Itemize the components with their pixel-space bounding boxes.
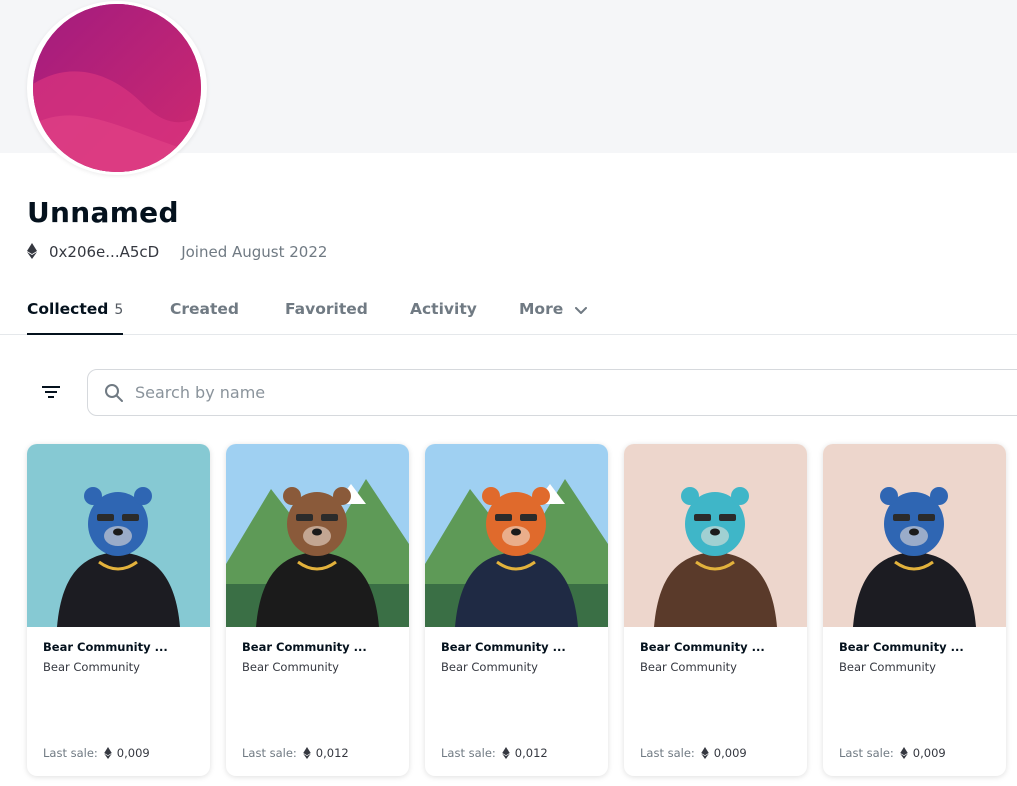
ethereum-icon <box>104 747 112 759</box>
nft-collection: Bear Community <box>839 660 936 674</box>
last-sale: Last sale: 0,012 <box>242 746 349 760</box>
nft-collection: Bear Community <box>441 660 538 674</box>
last-sale-label: Last sale: <box>839 746 894 760</box>
avatar[interactable] <box>27 1 207 175</box>
profile-name: Unnamed <box>27 196 179 229</box>
tab-collected[interactable]: Collected 5 <box>27 300 124 335</box>
ethereum-icon <box>701 747 709 759</box>
nft-title: Bear Community ... <box>43 640 168 654</box>
nft-title: Bear Community ... <box>640 640 765 654</box>
tab-created[interactable]: Created <box>170 300 239 334</box>
profile-page: Unnamed 0x206e...A5cD Joined August 2022… <box>0 0 1017 786</box>
nft-image <box>624 444 807 627</box>
tab-label: Created <box>170 300 240 318</box>
nft-image <box>27 444 210 627</box>
tab-more[interactable]: More <box>519 300 587 334</box>
nft-collection: Bear Community <box>242 660 339 674</box>
filter-icon <box>41 384 61 403</box>
wallet-address[interactable]: 0x206e...A5cD <box>49 243 159 261</box>
joined-date: Joined August 2022 <box>181 243 328 261</box>
last-sale-label: Last sale: <box>43 746 98 760</box>
nft-image <box>226 444 409 627</box>
tab-label: Collected <box>27 300 109 318</box>
tab-label: Favorited <box>285 300 368 318</box>
last-sale: Last sale: 0,009 <box>839 746 946 760</box>
last-sale-price: 0,012 <box>514 746 548 760</box>
tab-label: Activity <box>410 300 477 318</box>
search-icon <box>104 383 124 403</box>
last-sale-price: 0,012 <box>315 746 349 760</box>
nft-card[interactable]: Bear Community ... Bear Community Last s… <box>823 444 1006 776</box>
search-bar[interactable] <box>87 369 1017 416</box>
tab-activity[interactable]: Activity <box>410 300 477 334</box>
ethereum-icon <box>900 747 908 759</box>
last-sale-price: 0,009 <box>912 746 946 760</box>
last-sale-price: 0,009 <box>116 746 150 760</box>
avatar-gradient-image <box>33 4 201 172</box>
nft-card[interactable]: Bear Community ... Bear Community Last s… <box>425 444 608 776</box>
nft-title: Bear Community ... <box>839 640 964 654</box>
ethereum-icon <box>27 243 41 261</box>
nft-title: Bear Community ... <box>441 640 566 654</box>
last-sale-price: 0,009 <box>713 746 747 760</box>
tab-favorited[interactable]: Favorited <box>285 300 368 334</box>
nft-card[interactable]: Bear Community ... Bear Community Last s… <box>624 444 807 776</box>
last-sale: Last sale: 0,009 <box>43 746 150 760</box>
nft-collection: Bear Community <box>640 660 737 674</box>
last-sale-label: Last sale: <box>242 746 297 760</box>
ethereum-icon <box>502 747 510 759</box>
tab-label: More <box>519 300 564 318</box>
profile-tabs: Collected 5 Created Favorited Activity Mo… <box>0 292 1017 335</box>
last-sale-label: Last sale: <box>640 746 695 760</box>
last-sale-label: Last sale: <box>441 746 496 760</box>
search-input[interactable] <box>135 383 835 402</box>
last-sale: Last sale: 0,012 <box>441 746 548 760</box>
nft-image <box>425 444 608 627</box>
filter-button[interactable] <box>33 375 69 411</box>
nft-collection: Bear Community <box>43 660 140 674</box>
profile-meta: 0x206e...A5cD Joined August 2022 <box>27 241 327 263</box>
nft-card[interactable]: Bear Community ... Bear Community Last s… <box>226 444 409 776</box>
chevron-down-icon <box>574 301 587 319</box>
last-sale: Last sale: 0,009 <box>640 746 747 760</box>
ethereum-icon <box>303 747 311 759</box>
nft-title: Bear Community ... <box>242 640 367 654</box>
nft-card[interactable]: Bear Community ... Bear Community Last s… <box>27 444 210 776</box>
tab-count: 5 <box>114 302 124 318</box>
nft-image <box>823 444 1006 627</box>
